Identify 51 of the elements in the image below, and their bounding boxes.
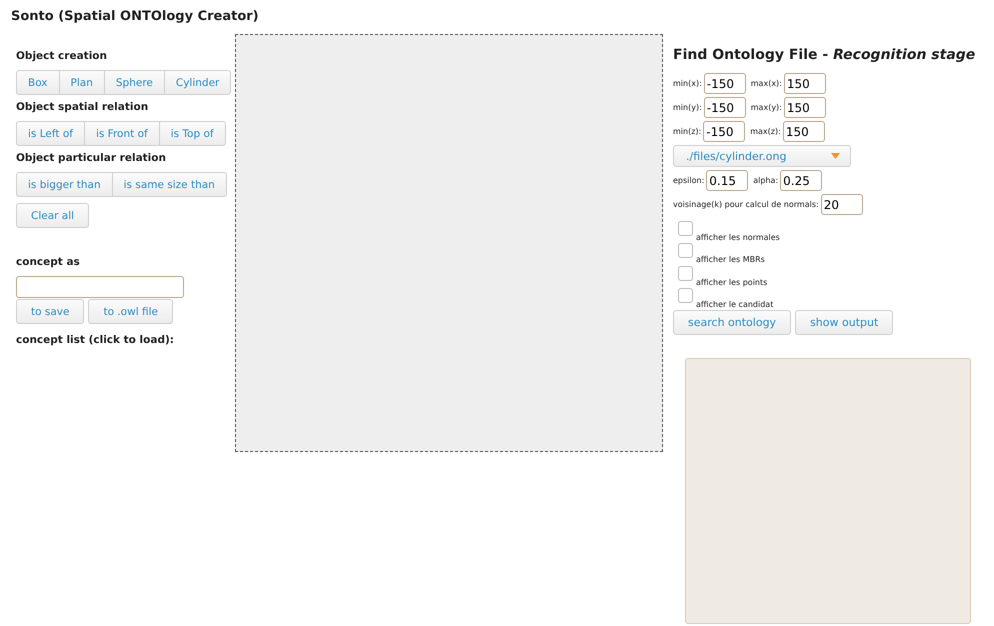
field-label: min(x): [673,79,702,88]
field-label: max(x): [750,79,782,88]
checkbox[interactable] [678,220,693,236]
number-field[interactable]: 0.25 [780,170,822,191]
toolbar-button[interactable]: Box [16,70,60,95]
checkbox-label: afficher les MBRs [696,255,765,264]
checkbox[interactable] [678,243,693,258]
number-field[interactable]: -150 [704,97,746,118]
toolbar-button[interactable]: Sphere [104,70,165,95]
section-heading: Object particular relation [16,152,166,164]
section-heading: concept as [16,256,80,268]
field-label: max(y): [750,103,782,112]
number-field[interactable]: 0.15 [706,170,748,191]
drawing-canvas[interactable] [235,34,663,452]
number-field[interactable]: 20 [820,194,863,215]
field-label: min(z): [673,127,702,136]
toolbar-button[interactable]: is Front of [84,121,160,146]
checkbox-label: afficher le candidat [696,300,774,309]
action-button[interactable]: show output [795,310,894,335]
checkbox-label: afficher les normales [696,232,780,242]
toolbar-button[interactable]: is same size than [112,172,227,197]
save-button[interactable]: to save [16,299,84,324]
save-button[interactable]: to .owl file [88,299,173,324]
section-heading: Object creation [16,50,107,62]
section-heading: concept list (click to load): [16,334,174,346]
number-field[interactable]: 150 [784,97,826,118]
toolbar-button[interactable]: Plan [60,70,105,95]
clear-button[interactable]: Clear all [16,203,90,228]
checkbox[interactable] [678,266,693,280]
field-label: max(z): [750,127,781,136]
section-title: Find Ontology File - Recognition stage [673,47,976,63]
number-field[interactable]: 150 [782,121,825,142]
field-label: epsilon: [673,176,704,185]
toolbar-button[interactable]: is bigger than [16,172,113,197]
field-label: min(y): [673,103,702,112]
toolbar-button[interactable]: Cylinder [164,70,232,95]
field-label: alpha: [753,176,778,185]
file-dropdown[interactable]: ./files/cylinder.ong [673,145,851,167]
app-title: Sonto (Spatial ONTOlogy Creator) [10,8,259,26]
concept-field[interactable] [16,276,184,298]
checkbox-label: afficher les points [696,278,768,286]
section-heading: Object spatial relation [16,101,148,113]
caret-icon [831,153,840,159]
toolbar-button[interactable]: is Top of [160,121,226,146]
field-label: voisinage(k) pour calcul de normals: [673,200,819,209]
number-field[interactable]: -150 [703,121,746,142]
toolbar-button[interactable]: is Left of [16,121,85,146]
checkbox[interactable] [678,288,693,303]
action-button[interactable]: search ontology [673,310,792,335]
number-field[interactable]: -150 [704,73,746,94]
number-field[interactable]: 150 [784,73,826,94]
